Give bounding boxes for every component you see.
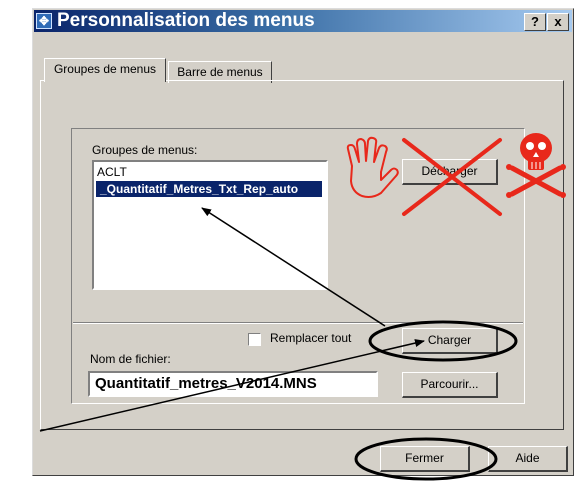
help-button[interactable]: Aide <box>488 446 568 472</box>
window-title: Personnalisation des menus <box>57 10 315 31</box>
tab-panel <box>40 80 564 430</box>
close-title-button[interactable]: x <box>547 13 569 31</box>
tab-groupes-de-menus[interactable]: Groupes de menus <box>44 58 166 82</box>
close-button[interactable]: Fermer <box>380 446 470 472</box>
help-title-button[interactable]: ? <box>524 13 546 31</box>
app-icon: ✥ <box>36 13 52 29</box>
